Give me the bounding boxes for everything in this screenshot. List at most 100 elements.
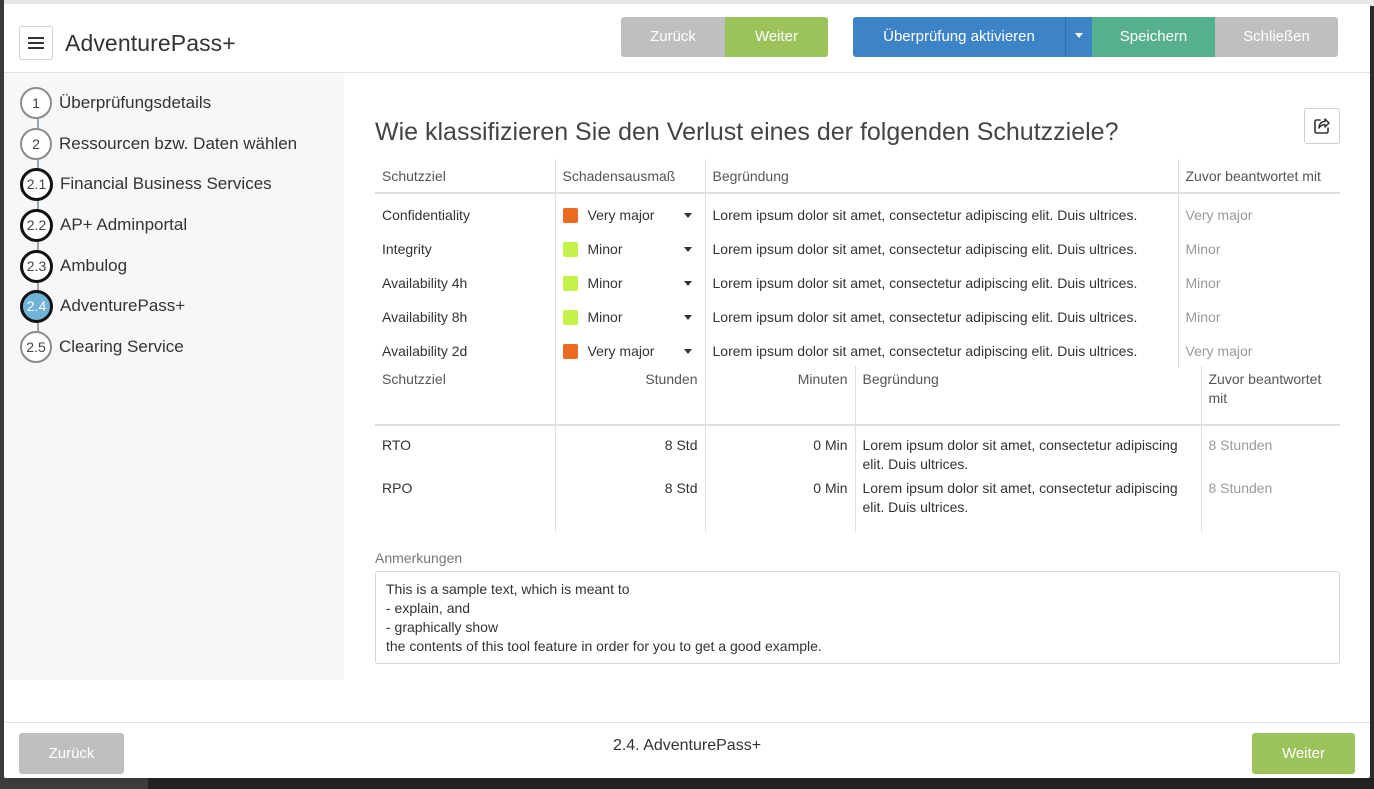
reason-input[interactable]: Lorem ipsum dolor sit amet, consectetur …: [854, 425, 1201, 479]
modal-footer: Zurück 2.4. AdventurePass+ Weiter: [4, 722, 1370, 778]
footer-step-title: 2.4. AdventurePass+: [612, 737, 762, 754]
column-header-begrundung: Begründung: [704, 159, 1178, 194]
impact-select-value: Minor: [587, 309, 623, 325]
minutes-input[interactable]: 0 Min: [704, 425, 855, 479]
page-title: Wie klassifizieren Sie den Verlust eines…: [375, 118, 1119, 146]
impact-select-value: Minor: [587, 275, 623, 291]
impact-classification-table: Schutzziel Schadensausmaß Begründung Zuv…: [375, 159, 1340, 368]
step-number-badge: 2.5: [20, 331, 52, 363]
reason-input[interactable]: Lorem ipsum dolor sit amet, consectetur …: [704, 193, 1178, 232]
goal-cell: Availability 4h: [382, 275, 468, 291]
back-button[interactable]: Zurück: [621, 17, 725, 57]
minutes-input[interactable]: 0 Min: [704, 479, 855, 532]
hamburger-menu-icon: [28, 37, 44, 49]
impact-select[interactable]: Minor: [562, 275, 698, 291]
table-header-row: Schutzziel Stunden Minuten Begründung Zu…: [375, 366, 1340, 426]
step-sidebar: 1 Überprüfungsdetails 2 Ressourcen bzw. …: [4, 73, 344, 680]
impact-color-swatch: [562, 343, 578, 359]
previous-answer-cell: 8 Stunden: [1200, 479, 1340, 532]
table-row: Confidentiality Very major Lorem ipsum d…: [375, 193, 1340, 232]
table-row: Availability 4h Minor Lorem ipsum dolor …: [375, 266, 1340, 300]
step-label: AdventurePass+: [60, 296, 186, 315]
caret-down-icon: [1075, 33, 1083, 39]
column-header-begrundung: Begründung: [854, 366, 1201, 426]
step-label: Ressourcen bzw. Daten wählen: [59, 134, 298, 153]
column-header-schutzziel: Schutzziel: [375, 366, 555, 426]
recovery-time-table: Schutzziel Stunden Minuten Begründung Zu…: [375, 366, 1340, 532]
modal-header: AdventurePass+ Zurück Weiter Überprüfung…: [4, 4, 1370, 73]
impact-select-cell: Minor: [554, 266, 705, 300]
impact-select[interactable]: Minor: [562, 309, 698, 325]
background-window-bottom: [0, 778, 1374, 789]
impact-select[interactable]: Very major: [562, 207, 698, 223]
step-label: Clearing Service: [59, 337, 184, 356]
impact-select-cell: Very major: [554, 193, 705, 232]
impact-select-value: Very major: [587, 343, 655, 359]
activate-review-button[interactable]: Überprüfung aktivieren: [853, 17, 1065, 57]
goal-cell: RPO: [382, 480, 413, 496]
goal-cell: Confidentiality: [382, 207, 470, 223]
caret-down-icon: [683, 280, 692, 286]
app-title: AdventurePass+: [65, 30, 236, 56]
notes-textarea[interactable]: This is a sample text, which is meant to…: [375, 571, 1340, 664]
column-header-zuvor-beantwortet: Zuvor beantwortet mit: [1177, 159, 1340, 194]
table-row: RTO 8 Std 0 Min Lorem ipsum dolor sit am…: [375, 425, 1340, 479]
sidebar-step-financial-business-services[interactable]: 2.1 Financial Business Services: [20, 167, 272, 201]
impact-select-cell: Minor: [554, 232, 705, 266]
impact-select[interactable]: Very major: [562, 343, 698, 359]
impact-select-cell: Minor: [554, 300, 705, 334]
step-number-badge: 1: [20, 87, 52, 119]
column-header-zuvor-beantwortet: Zuvor beantwortet mit: [1200, 366, 1340, 426]
share-button[interactable]: [1304, 108, 1340, 144]
column-header-minuten: Minuten: [704, 366, 855, 426]
impact-color-swatch: [562, 207, 578, 223]
reason-input[interactable]: Lorem ipsum dolor sit amet, consectetur …: [704, 300, 1178, 334]
close-button[interactable]: Schließen: [1215, 17, 1338, 57]
previous-answer-cell: Very major: [1177, 193, 1340, 232]
hours-input[interactable]: 8 Std: [554, 425, 705, 479]
sidebar-step-clearing-service[interactable]: 2.5 Clearing Service: [20, 330, 184, 364]
previous-answer-cell: Minor: [1177, 232, 1340, 266]
activate-review-dropdown-toggle[interactable]: [1065, 17, 1092, 57]
goal-cell: Integrity: [382, 241, 432, 257]
footer-next-button[interactable]: Weiter: [1252, 733, 1355, 774]
previous-answer-cell: Minor: [1177, 266, 1340, 300]
reason-input[interactable]: Lorem ipsum dolor sit amet, consectetur …: [704, 266, 1178, 300]
sidebar-step-ap-adminportal[interactable]: 2.2 AP+ Adminportal: [20, 208, 187, 242]
notes-label: Anmerkungen: [375, 550, 463, 566]
impact-select[interactable]: Minor: [562, 241, 698, 257]
step-number-badge-active: 2.4: [20, 289, 53, 323]
step-label: Ambulog: [60, 256, 128, 275]
table-row: Availability 2d Very major Lorem ipsum d…: [375, 334, 1340, 368]
caret-down-icon: [683, 314, 692, 320]
reason-input[interactable]: Lorem ipsum dolor sit amet, consectetur …: [704, 232, 1178, 266]
hours-input[interactable]: 8 Std: [554, 479, 705, 532]
table-row: RPO 8 Std 0 Min Lorem ipsum dolor sit am…: [375, 479, 1340, 532]
column-header-schadensausmass: Schadensausmaß: [554, 159, 705, 194]
caret-down-icon: [683, 212, 692, 218]
reason-input[interactable]: Lorem ipsum dolor sit amet, consectetur …: [704, 334, 1178, 368]
sidebar-step-uberprufungsdetails[interactable]: 1 Überprüfungsdetails: [20, 86, 211, 120]
table-row: Integrity Minor Lorem ipsum dolor sit am…: [375, 232, 1340, 266]
column-header-stunden: Stunden: [554, 366, 705, 426]
sidebar-step-ressourcen[interactable]: 2 Ressourcen bzw. Daten wählen: [20, 127, 297, 161]
column-header-schutzziel: Schutzziel: [375, 159, 555, 194]
goal-cell: RTO: [382, 437, 412, 453]
review-modal: AdventurePass+ Zurück Weiter Überprüfung…: [4, 4, 1370, 778]
share-icon: [1314, 118, 1330, 134]
table-header-row: Schutzziel Schadensausmaß Begründung Zuv…: [375, 159, 1340, 194]
caret-down-icon: [683, 348, 692, 354]
goal-cell: Availability 8h: [382, 309, 468, 325]
goal-cell: Availability 2d: [382, 343, 468, 359]
impact-select-value: Very major: [587, 207, 655, 223]
menu-button[interactable]: [19, 26, 53, 60]
previous-answer-cell: 8 Stunden: [1200, 425, 1340, 479]
impact-select-value: Minor: [587, 241, 623, 257]
step-label: Financial Business Services: [60, 174, 272, 193]
reason-input[interactable]: Lorem ipsum dolor sit amet, consectetur …: [854, 479, 1201, 532]
next-button[interactable]: Weiter: [725, 17, 828, 57]
sidebar-step-ambulog[interactable]: 2.3 Ambulog: [20, 249, 127, 283]
impact-color-swatch: [562, 241, 578, 257]
sidebar-step-adventurepass[interactable]: 2.4 AdventurePass+: [20, 289, 185, 323]
save-button[interactable]: Speichern: [1092, 17, 1215, 57]
